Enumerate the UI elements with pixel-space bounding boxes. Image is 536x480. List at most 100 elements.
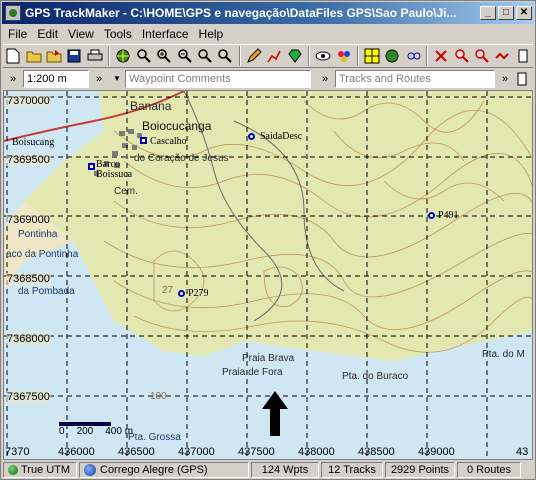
waypoint-label[interactable]: Boissuca (96, 169, 132, 180)
y-coord-label: 7367500 (6, 391, 51, 403)
toolbar-chevron-icon[interactable]: » (315, 73, 335, 85)
datum-globe-icon (84, 464, 96, 476)
gps-receive-icon[interactable] (431, 45, 451, 67)
save-icon[interactable] (64, 45, 84, 67)
waypoint-label[interactable]: Cascalho (150, 136, 187, 147)
waypoint-marker-icon[interactable] (88, 163, 95, 170)
place-label: Pta. do M (482, 349, 525, 360)
scale-label: 400 m (105, 426, 134, 437)
place-label: aco da Pontinha (6, 249, 79, 260)
waypoint-marker-icon[interactable] (248, 133, 255, 140)
coord-system-label: True UTM (21, 464, 71, 476)
scale-bar: 0 200 400 m (59, 422, 133, 437)
app-icon[interactable] (5, 5, 21, 21)
title-bar[interactable]: GPS TrackMaker - C:\HOME\GPS e navegação… (2, 2, 534, 24)
new-file-icon[interactable] (3, 45, 23, 67)
menu-interface[interactable]: Interface (137, 27, 194, 41)
waypoint-marker-icon[interactable] (140, 137, 147, 144)
menu-tools[interactable]: Tools (99, 27, 137, 41)
maximize-button[interactable]: □ (498, 6, 514, 20)
zoom-in-icon[interactable] (154, 45, 174, 67)
print-icon[interactable] (85, 45, 105, 67)
x-coord-label: 438000 (298, 446, 335, 458)
coord-system-cell[interactable]: True UTM (3, 462, 77, 478)
waypoint-comments-field[interactable]: Waypoint Comments (125, 70, 311, 88)
y-coord-label: 7369500 (6, 154, 51, 166)
grid-icon[interactable] (362, 45, 382, 67)
place-label: Banana (130, 99, 172, 113)
x-coord-label: 437500 (238, 446, 275, 458)
zoom-out-icon[interactable] (174, 45, 194, 67)
main-toolbar (3, 44, 533, 68)
datum-label: Corrego Alegre (GPS) (100, 464, 208, 476)
zoom-icon[interactable] (134, 45, 154, 67)
track-tool-icon[interactable] (492, 45, 512, 67)
contour-label: 100 (150, 391, 167, 402)
y-coord-label: 7369000 (6, 214, 51, 226)
search-icon[interactable] (451, 45, 471, 67)
place-label: da Pombada (18, 286, 75, 297)
scale-label: 0 (59, 426, 65, 437)
zoom-all-icon[interactable] (215, 45, 235, 67)
y-coord-label: 7368500 (6, 273, 51, 285)
y-coord-label: 7368000 (6, 333, 51, 345)
route-edit-icon[interactable] (264, 45, 284, 67)
points-count: 2929 Points (385, 462, 455, 478)
window-title: GPS TrackMaker - C:\HOME\GPS e navegação… (25, 6, 457, 20)
place-label: do Coração de Jesus (134, 153, 229, 164)
menu-help[interactable]: Help (194, 27, 229, 41)
x-coord-label: 436000 (58, 446, 95, 458)
menu-view[interactable]: View (63, 27, 99, 41)
zoom-previous-icon[interactable] (195, 45, 215, 67)
place-label: Praia Brava (242, 353, 295, 364)
place-label: Cem. (114, 186, 138, 197)
colors-icon[interactable] (333, 45, 353, 67)
menu-bar: File Edit View Tools Interface Help (3, 24, 533, 43)
open-folder-icon[interactable] (23, 45, 43, 67)
find-icon[interactable] (472, 45, 492, 67)
dropdown-arrow-icon[interactable]: ▼ (109, 70, 125, 88)
status-bar: True UTM Corrego Alegre (GPS) 124 Wpts 1… (3, 461, 533, 479)
toolbar-chevron-icon[interactable]: » (3, 73, 23, 85)
map-canvas[interactable]: 7370000 7369500 7369000 7368500 7368000 … (3, 90, 533, 460)
waypoint-label[interactable]: Boisucang (12, 137, 54, 148)
y-coord-label: 7370000 (6, 95, 51, 107)
place-label: Pta. Grossa (128, 432, 181, 443)
menu-file[interactable]: File (3, 27, 32, 41)
toolbar-chevron-icon[interactable]: » (495, 73, 515, 85)
topo-map-graphic (4, 91, 532, 459)
waypoint-label[interactable]: P279 (188, 288, 209, 299)
waypoint-tool-icon[interactable] (403, 45, 423, 67)
x-coord-label: 43 (516, 446, 529, 458)
extra-tool-icon[interactable] (513, 45, 533, 67)
x-coord-label: 437000 (178, 446, 215, 458)
extra-tool-icon[interactable] (515, 68, 529, 90)
waypoints-count: 124 Wpts (251, 462, 319, 478)
gem-icon[interactable] (284, 45, 304, 67)
menu-edit[interactable]: Edit (32, 27, 63, 41)
status-globe-icon (8, 465, 18, 475)
close-button[interactable]: ✕ (516, 6, 532, 20)
place-label: Praia de Fora (222, 367, 283, 378)
place-label: Pontinha (18, 229, 58, 240)
toolbar-chevron-icon[interactable]: » (89, 73, 109, 85)
place-label: Pta. do Buraco (342, 371, 409, 382)
pencil-icon[interactable] (244, 45, 264, 67)
datum-cell[interactable]: Corrego Alegre (GPS) (79, 462, 249, 478)
tracks-routes-field[interactable]: Tracks and Routes (335, 70, 495, 88)
minimize-button[interactable]: _ (480, 6, 496, 20)
waypoint-marker-icon[interactable] (428, 212, 435, 219)
x-coord-label: 438500 (358, 446, 395, 458)
x-coord-label: 436500 (118, 446, 155, 458)
waypoint-marker-icon[interactable] (178, 290, 185, 297)
open-recent-icon[interactable] (44, 45, 64, 67)
waypoint-label[interactable]: SaidaDesc (260, 131, 302, 142)
waypoint-label[interactable]: P491 (438, 210, 459, 221)
contour-label: 27 (162, 285, 174, 296)
place-label: Boiocucanga (142, 119, 212, 133)
gps-icon[interactable] (113, 45, 133, 67)
scale-field[interactable]: 1:200 m (23, 70, 89, 88)
globe-icon[interactable] (382, 45, 402, 67)
view-icon[interactable] (313, 45, 333, 67)
tracks-count: 12 Tracks (321, 462, 383, 478)
